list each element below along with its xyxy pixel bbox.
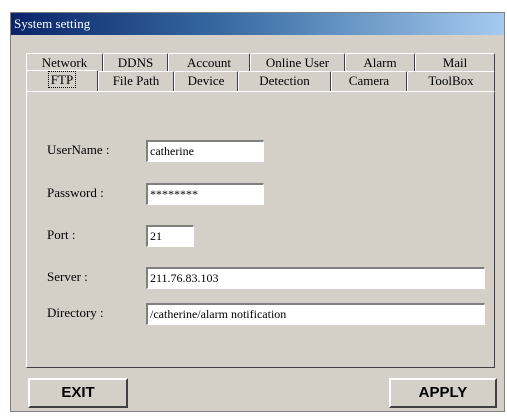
tab-account[interactable]: Account [168, 53, 250, 73]
exit-button[interactable]: EXIT [28, 378, 128, 408]
apply-button[interactable]: APPLY [389, 378, 497, 408]
tab-mail[interactable]: Mail [415, 53, 495, 73]
tab-detection[interactable]: Detection [238, 71, 331, 91]
port-label: Port : [47, 227, 76, 242]
tab-online-user[interactable]: Online User [250, 53, 345, 73]
directory-label: Directory : [47, 305, 104, 320]
tab-row-2: FTP File Path Device Detection Camera To… [26, 70, 495, 92]
password-input[interactable]: ******** [146, 183, 264, 205]
username-label: UserName : [47, 142, 110, 157]
system-setting-window: System setting Network DDNS Account Onli… [10, 12, 505, 412]
tab-ftp[interactable]: FTP [26, 70, 98, 92]
tab-device[interactable]: Device [174, 71, 238, 91]
directory-input[interactable]: /catherine/alarm notification [146, 303, 485, 325]
tab-file-path[interactable]: File Path [98, 71, 174, 91]
tab-alarm[interactable]: Alarm [345, 53, 415, 73]
ftp-settings-panel: UserName : catherine Password : ********… [26, 91, 495, 368]
server-input[interactable]: 211.76.83.103 [146, 267, 485, 289]
port-input[interactable]: 21 [146, 225, 194, 247]
server-label: Server : [47, 269, 88, 284]
window-title: System setting [11, 13, 504, 35]
password-label: Password : [47, 185, 104, 200]
username-input[interactable]: catherine [146, 140, 264, 162]
tab-toolbox[interactable]: ToolBox [407, 71, 495, 91]
tab-camera[interactable]: Camera [331, 71, 407, 91]
tab-ddns[interactable]: DDNS [103, 53, 168, 73]
